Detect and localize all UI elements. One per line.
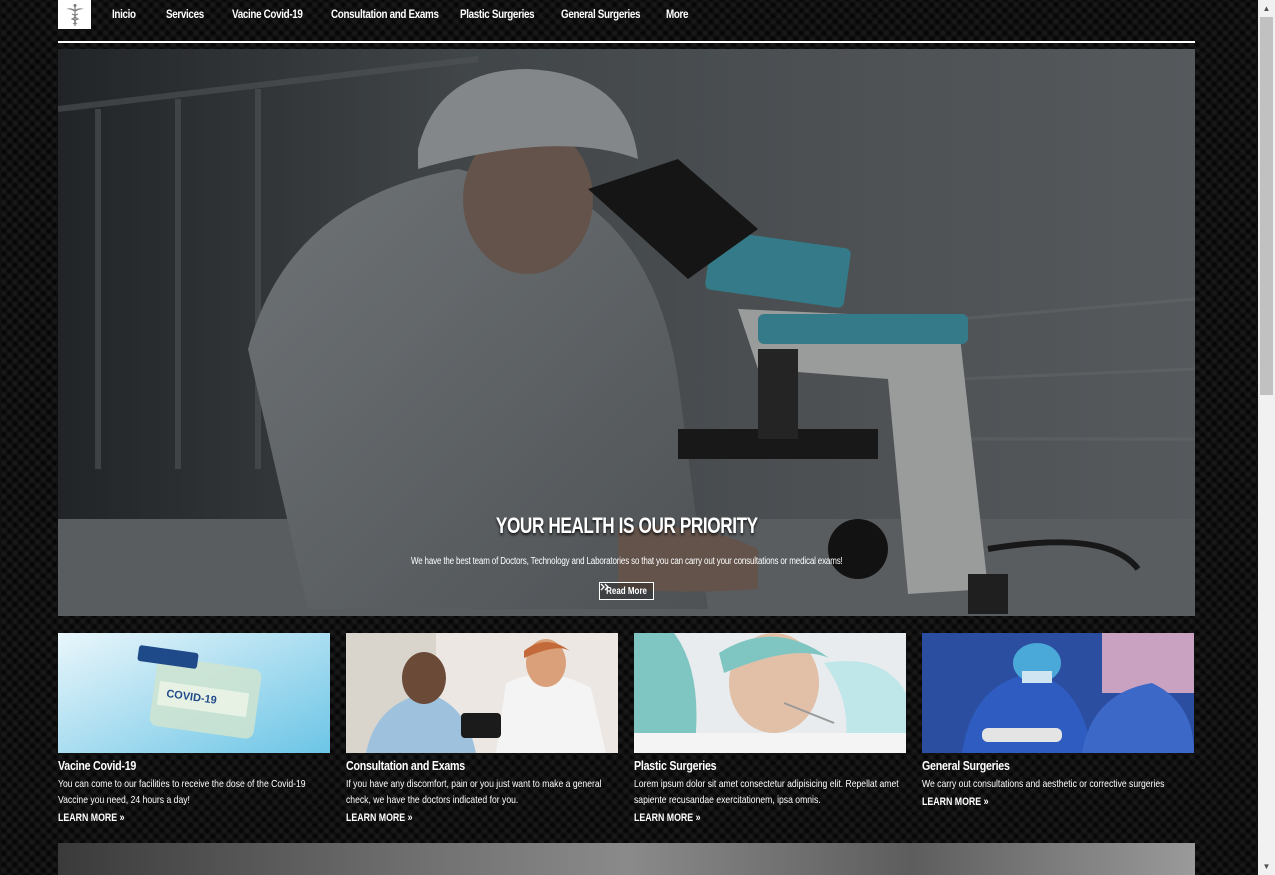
learn-more-link[interactable]: LEARN MORE » bbox=[922, 796, 989, 808]
consultation-image[interactable] bbox=[346, 633, 618, 753]
next-section-image bbox=[58, 843, 1195, 875]
double-chevron-right-icon: » bbox=[695, 812, 701, 824]
nav-divider bbox=[58, 41, 1195, 43]
double-chevron-right-icon: » bbox=[983, 796, 989, 808]
hero-banner: YOUR HEALTH IS OUR PRIORITY We have the … bbox=[58, 49, 1195, 616]
card-title: Vacine Covid-19 bbox=[58, 758, 137, 773]
hero-title: YOUR HEALTH IS OUR PRIORITY bbox=[495, 513, 758, 538]
learn-more-link[interactable]: LEARN MORE » bbox=[58, 812, 125, 824]
read-more-button[interactable]: Read More bbox=[599, 582, 654, 600]
read-more-label: Read More bbox=[606, 585, 647, 597]
learn-more-link[interactable]: LEARN MORE » bbox=[634, 812, 701, 824]
scroll-thumb[interactable] bbox=[1260, 17, 1273, 395]
card-title: Consultation and Exams bbox=[346, 758, 465, 773]
nav-link-plastic-surgeries[interactable]: Plastic Surgeries bbox=[460, 7, 535, 21]
covid-vaccine-image[interactable]: COVID-19 bbox=[58, 633, 330, 753]
nav-link-consultation-exams[interactable]: Consultation and Exams bbox=[331, 7, 439, 21]
card-title: Plastic Surgeries bbox=[634, 758, 717, 773]
logo[interactable] bbox=[58, 0, 91, 29]
general-surgery-image[interactable] bbox=[922, 633, 1194, 753]
double-chevron-right-icon: » bbox=[407, 812, 413, 824]
learn-more-link[interactable]: LEARN MORE » bbox=[346, 812, 413, 824]
plastic-surgery-image[interactable] bbox=[634, 633, 906, 753]
double-chevron-right-icon bbox=[600, 583, 609, 591]
card-text: Lorem ipsum dolor sit amet consectetur a… bbox=[634, 778, 899, 806]
card-text: You can come to our facilities to receiv… bbox=[58, 778, 306, 806]
page: Inicio Services Vacine Covid-19 Consulta… bbox=[58, 0, 1195, 875]
caduceus-icon bbox=[65, 3, 84, 26]
scroll-up-arrow-icon[interactable]: ▲ bbox=[1258, 0, 1275, 17]
card-title: General Surgeries bbox=[922, 758, 1010, 773]
double-chevron-right-icon: » bbox=[119, 812, 125, 824]
vertical-scrollbar[interactable]: ▲ ▼ bbox=[1258, 0, 1275, 875]
nav-links: Inicio Services Vacine Covid-19 Consulta… bbox=[112, 7, 712, 21]
card-vacine-covid: COVID-19 Vacine Covid-19 You can come to… bbox=[58, 633, 330, 826]
nav-link-inicio[interactable]: Inicio bbox=[112, 7, 143, 21]
scroll-down-arrow-icon[interactable]: ▼ bbox=[1258, 858, 1275, 875]
nav-link-more[interactable]: More bbox=[666, 7, 691, 21]
card-consultation-exams: Consultation and Exams If you have any d… bbox=[346, 633, 618, 826]
card-text: If you have any discomfort, pain or you … bbox=[346, 778, 602, 806]
card-plastic-surgeries: Plastic Surgeries Lorem ipsum dolor sit … bbox=[634, 633, 906, 826]
top-nav: Inicio Services Vacine Covid-19 Consulta… bbox=[58, 0, 1195, 43]
nav-link-services[interactable]: Services bbox=[166, 7, 207, 21]
nav-link-general-surgeries[interactable]: General Surgeries bbox=[561, 7, 641, 21]
card-text: We carry out consultations and aesthetic… bbox=[922, 778, 1165, 790]
card-general-surgeries: General Surgeries We carry out consultat… bbox=[922, 633, 1194, 826]
nav-link-vacine-covid[interactable]: Vacine Covid-19 bbox=[232, 7, 303, 21]
hero-subtitle: We have the best team of Doctors, Techno… bbox=[410, 556, 843, 567]
service-cards: COVID-19 Vacine Covid-19 You can come to… bbox=[58, 633, 1195, 826]
